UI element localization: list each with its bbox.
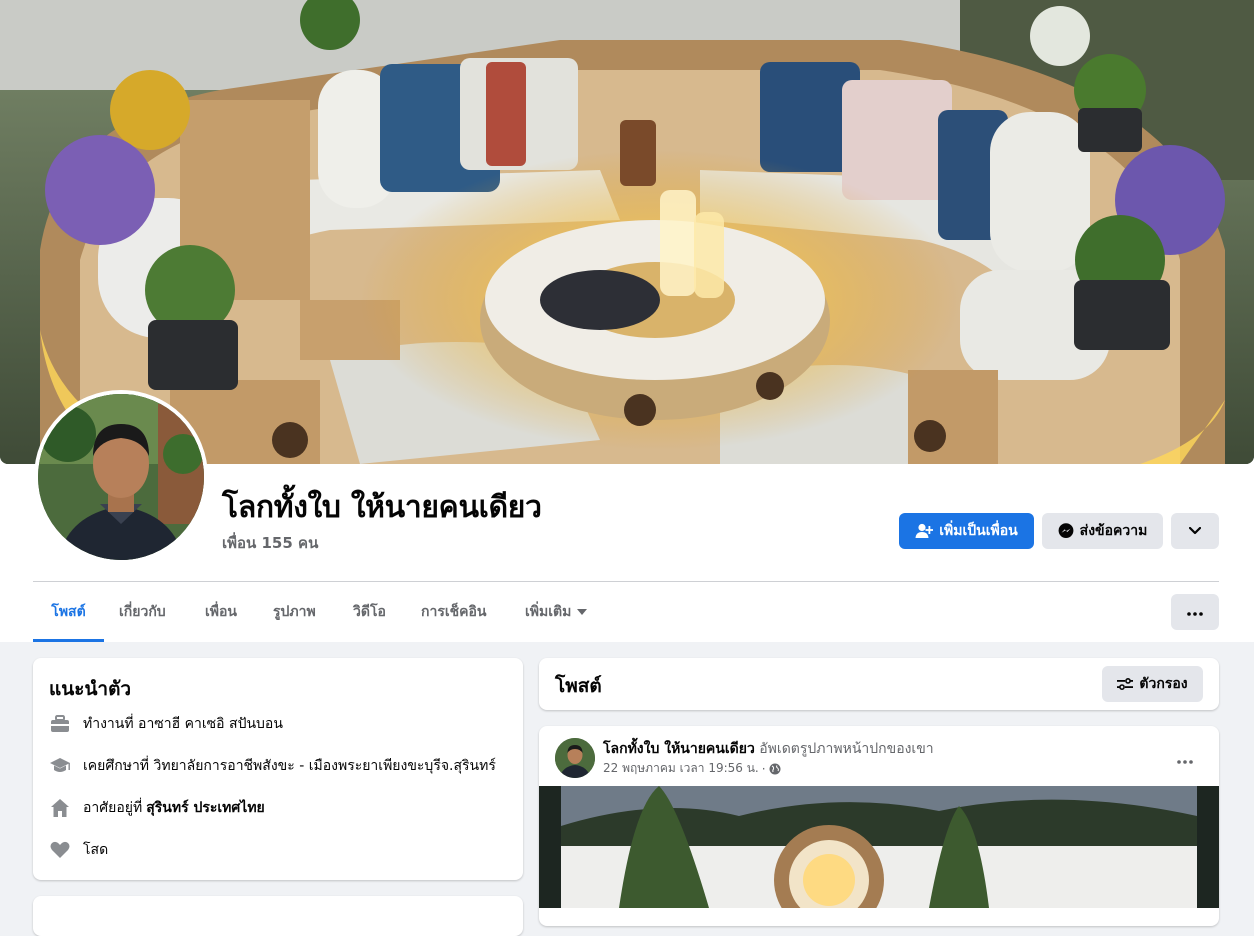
messenger-icon — [1058, 523, 1074, 539]
tab-about-label: เกี่ยวกับ — [119, 604, 166, 620]
profile-name: โลกทั้งใบ ให้นายคนเดียว — [222, 490, 542, 525]
add-friend-label: เพิ่มเป็นเพื่อน — [939, 523, 1018, 539]
intro-relationship-text: โสด — [83, 842, 109, 858]
tab-more-label: เพิ่มเติม — [525, 604, 572, 620]
filter-icon — [1117, 677, 1134, 691]
caret-down-icon — [577, 609, 588, 615]
intro-work: ทำงานที่ อาซาฮี คาเซอิ สปันบอน — [49, 712, 283, 736]
post-image[interactable] — [539, 786, 1219, 908]
profile-options-dropdown[interactable] — [1171, 513, 1219, 549]
briefcase-icon — [49, 713, 71, 735]
message-label: ส่งข้อความ — [1079, 523, 1148, 539]
photos-card — [33, 896, 523, 936]
tab-photos-label: รูปภาพ — [273, 604, 316, 620]
tab-videos[interactable]: วิดีโอ — [353, 582, 386, 642]
add-friend-button[interactable]: เพิ่มเป็นเพื่อน — [899, 513, 1034, 549]
active-tab-indicator — [33, 639, 104, 642]
post-card: โลกทั้งใบ ให้นายคนเดียว อัพเดตรูปภาพหน้า… — [539, 726, 1219, 926]
post-author-avatar[interactable] — [555, 738, 595, 778]
intro-title: แนะนำตัว — [49, 678, 132, 700]
posts-title: โพสต์ — [555, 675, 602, 697]
heart-icon — [49, 839, 71, 861]
chevron-down-icon — [1188, 523, 1202, 539]
tab-friends-label: เพื่อน — [205, 604, 237, 620]
post-author-name[interactable]: โลกทั้งใบ ให้นายคนเดียว — [603, 741, 755, 757]
tab-videos-label: วิดีโอ — [353, 604, 386, 620]
more-dots-icon — [1177, 749, 1193, 768]
tab-checkins-label: การเช็คอิน — [421, 604, 487, 620]
tab-posts-label: โพสต์ — [51, 604, 86, 620]
intro-lives-prefix: อาศัยอยู่ที่ — [83, 800, 143, 816]
filter-label: ตัวกรอง — [1139, 676, 1188, 692]
post-header-line: โลกทั้งใบ ให้นายคนเดียว อัพเดตรูปภาพหน้า… — [603, 738, 934, 760]
graduation-cap-icon — [49, 755, 71, 777]
post-options-button[interactable] — [1167, 740, 1203, 776]
home-icon — [49, 797, 71, 819]
tab-photos[interactable]: รูปภาพ — [273, 582, 316, 642]
more-dots-icon — [1187, 604, 1203, 620]
tab-friends[interactable]: เพื่อน — [205, 582, 237, 642]
tab-about[interactable]: เกี่ยวกับ — [119, 582, 166, 642]
tab-more[interactable]: เพิ่มเติม — [525, 582, 588, 642]
post-date[interactable]: 22 พฤษภาคม เวลา 19:56 น. — [603, 759, 759, 778]
tab-checkins[interactable]: การเช็คอิน — [421, 582, 487, 642]
globe-icon — [769, 763, 781, 775]
intro-relationship: โสด — [49, 838, 108, 862]
intro-lives: อาศัยอยู่ที่ สุรินทร์ ประเทศไทย — [49, 796, 265, 820]
intro-lives-place[interactable]: สุรินทร์ ประเทศไทย — [146, 797, 265, 819]
intro-education: เคยศึกษาที่ วิทยาลัยการอาชีพสังขะ - เมือ… — [49, 754, 496, 778]
intro-education-text: เคยศึกษาที่ วิทยาลัยการอาชีพสังขะ - เมือ… — [83, 758, 496, 774]
filter-button[interactable]: ตัวกรอง — [1102, 666, 1203, 702]
friend-count[interactable]: เพื่อน 155 คน — [222, 531, 318, 555]
meta-separator: · — [761, 761, 766, 776]
post-meta: 22 พฤษภาคม เวลา 19:56 น. · — [603, 759, 781, 778]
posts-header-card: โพสต์ ตัวกรอง — [539, 658, 1219, 710]
intro-card: แนะนำตัว ทำงานที่ อาซาฮี คาเซอิ สปันบอน … — [33, 658, 523, 880]
tabs-more-options-button[interactable] — [1171, 594, 1219, 630]
message-button[interactable]: ส่งข้อความ — [1042, 513, 1163, 549]
profile-header: โลกทั้งใบ ให้นายคนเดียว เพื่อน 155 คน เพ… — [0, 0, 1254, 642]
cover-photo[interactable] — [0, 0, 1254, 464]
add-friend-icon — [915, 523, 934, 539]
intro-work-text: ทำงานที่ อาซาฮี คาเซอิ สปันบอน — [83, 716, 283, 732]
tab-posts[interactable]: โพสต์ — [33, 582, 104, 642]
profile-picture[interactable] — [38, 394, 204, 560]
post-action-text: อัพเดตรูปภาพหน้าปกของเขา — [759, 741, 934, 757]
